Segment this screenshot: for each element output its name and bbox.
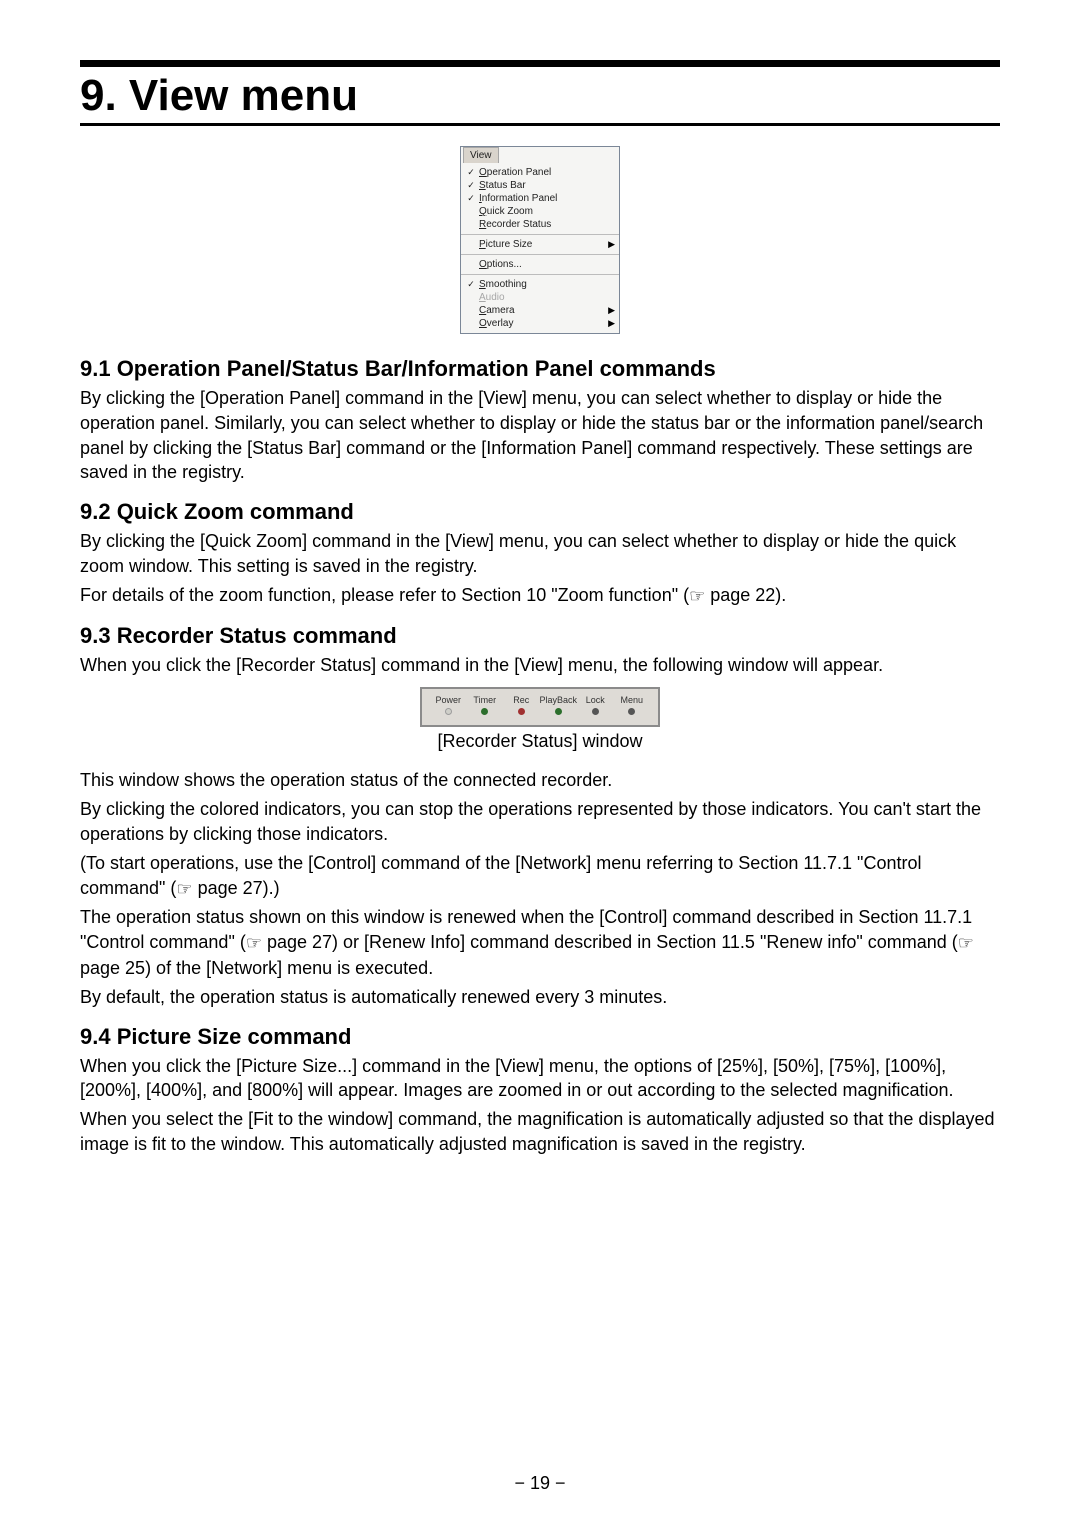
view-menu-group-3: Options... [461, 254, 619, 274]
pointer-icon: ☞ [176, 877, 192, 902]
section-9-2-p2b: page 22). [705, 585, 786, 605]
view-menu-item-label: Information Panel [477, 193, 615, 204]
view-menu-item-label: Smoothing [477, 279, 615, 290]
section-9-3-p2: This window shows the operation status o… [80, 768, 1000, 793]
view-menu-item-label: Camera [477, 305, 604, 316]
section-9-1-p1: By clicking the [Operation Panel] comman… [80, 386, 1000, 485]
view-menu-item: Options... [465, 258, 615, 271]
checkmark-icon: ✓ [465, 180, 477, 191]
pointer-icon: ☞ [958, 931, 974, 956]
section-9-3-p5c: page 25) of the [Network] menu is execut… [80, 958, 433, 978]
section-9-3-p4b: page 27).) [193, 878, 280, 898]
view-menu-tab: View [463, 147, 499, 163]
status-indicator-icon [628, 708, 635, 715]
status-indicator-icon [481, 708, 488, 715]
status-col: Lock [577, 695, 614, 715]
view-menu-item-label: Audio [477, 292, 615, 303]
checkmark-icon: ✓ [465, 193, 477, 204]
status-indicator-icon [555, 708, 562, 715]
section-9-3-p6: By default, the operation status is auto… [80, 985, 1000, 1010]
status-col: PlayBack [540, 695, 578, 715]
section-9-1-heading: 9.1 Operation Panel/Status Bar/Informati… [80, 356, 1000, 382]
status-col: Power [430, 695, 467, 715]
status-col-label: Power [435, 695, 461, 705]
status-col-label: PlayBack [540, 695, 578, 705]
view-menu-item-label: Operation Panel [477, 167, 615, 178]
recorder-status-row: Power Timer Rec PlayBack Lock Menu [430, 695, 650, 715]
checkmark-icon: ✓ [465, 279, 477, 290]
section-9-3-p4: (To start operations, use the [Control] … [80, 851, 1000, 901]
status-indicator-icon [518, 708, 525, 715]
submenu-arrow-icon: ▶ [604, 305, 615, 316]
recorder-status-window: Power Timer Rec PlayBack Lock Menu [420, 687, 660, 727]
view-menu-item-label: Options... [477, 259, 615, 270]
pointer-icon: ☞ [246, 931, 262, 956]
status-col-label: Timer [473, 695, 496, 705]
submenu-arrow-icon: ▶ [604, 318, 615, 329]
section-9-2-heading: 9.2 Quick Zoom command [80, 499, 1000, 525]
view-menu-item: Quick Zoom [465, 205, 615, 218]
view-menu-item: Picture Size▶ [465, 238, 615, 251]
page-number: − 19 − [0, 1473, 1080, 1494]
submenu-arrow-icon: ▶ [604, 239, 615, 250]
section-9-4-p2: When you select the [Fit to the window] … [80, 1107, 1000, 1157]
status-col-label: Rec [513, 695, 529, 705]
section-9-2-p1: By clicking the [Quick Zoom] command in … [80, 529, 1000, 579]
status-col-label: Menu [621, 695, 644, 705]
view-menu-item-label: Overlay [477, 318, 604, 329]
view-menu-group-4: ✓SmoothingAudioCamera▶Overlay▶ [461, 274, 619, 333]
section-9-3-p1: When you click the [Recorder Status] com… [80, 653, 1000, 678]
status-col-label: Lock [586, 695, 605, 705]
status-indicator-icon [445, 708, 452, 715]
view-menu-figure: View ✓Operation Panel✓Status Bar✓Informa… [460, 146, 620, 334]
view-menu-group-2: Picture Size▶ [461, 234, 619, 254]
section-9-4-p1: When you click the [Picture Size...] com… [80, 1054, 1000, 1104]
checkmark-icon: ✓ [465, 167, 477, 178]
view-menu-item-label: Picture Size [477, 239, 604, 250]
section-9-2-p2: For details of the zoom function, please… [80, 583, 1000, 609]
view-menu-item-label: Quick Zoom [477, 206, 615, 217]
section-9-3-heading: 9.3 Recorder Status command [80, 623, 1000, 649]
view-menu-item: Recorder Status [465, 218, 615, 231]
view-menu-item: Audio [465, 291, 615, 304]
view-menu-item: ✓Smoothing [465, 278, 615, 291]
chapter-top-rule [80, 60, 1000, 67]
section-9-3-p5: The operation status shown on this windo… [80, 905, 1000, 980]
recorder-status-caption: [Recorder Status] window [80, 731, 1000, 752]
view-menu-item: ✓Status Bar [465, 179, 615, 192]
section-9-4-heading: 9.4 Picture Size command [80, 1024, 1000, 1050]
pointer-icon: ☞ [689, 584, 705, 609]
view-menu-item: Overlay▶ [465, 317, 615, 330]
section-9-2-p2a: For details of the zoom function, please… [80, 585, 689, 605]
status-col: Rec [503, 695, 540, 715]
view-menu-group-1: ✓Operation Panel✓Status Bar✓Information … [461, 163, 619, 234]
view-menu-item-label: Status Bar [477, 180, 615, 191]
status-col: Timer [467, 695, 504, 715]
view-menu-item: ✓Operation Panel [465, 166, 615, 179]
view-menu-item: Camera▶ [465, 304, 615, 317]
view-menu-item-label: Recorder Status [477, 219, 615, 230]
view-menu-item: ✓Information Panel [465, 192, 615, 205]
chapter-title: 9. View menu [80, 69, 1000, 121]
section-9-3-p5b: page 27) or [Renew Info] command describ… [262, 932, 958, 952]
status-col: Menu [614, 695, 651, 715]
status-indicator-icon [592, 708, 599, 715]
section-9-3-p3: By clicking the colored indicators, you … [80, 797, 1000, 847]
chapter-underline [80, 123, 1000, 126]
